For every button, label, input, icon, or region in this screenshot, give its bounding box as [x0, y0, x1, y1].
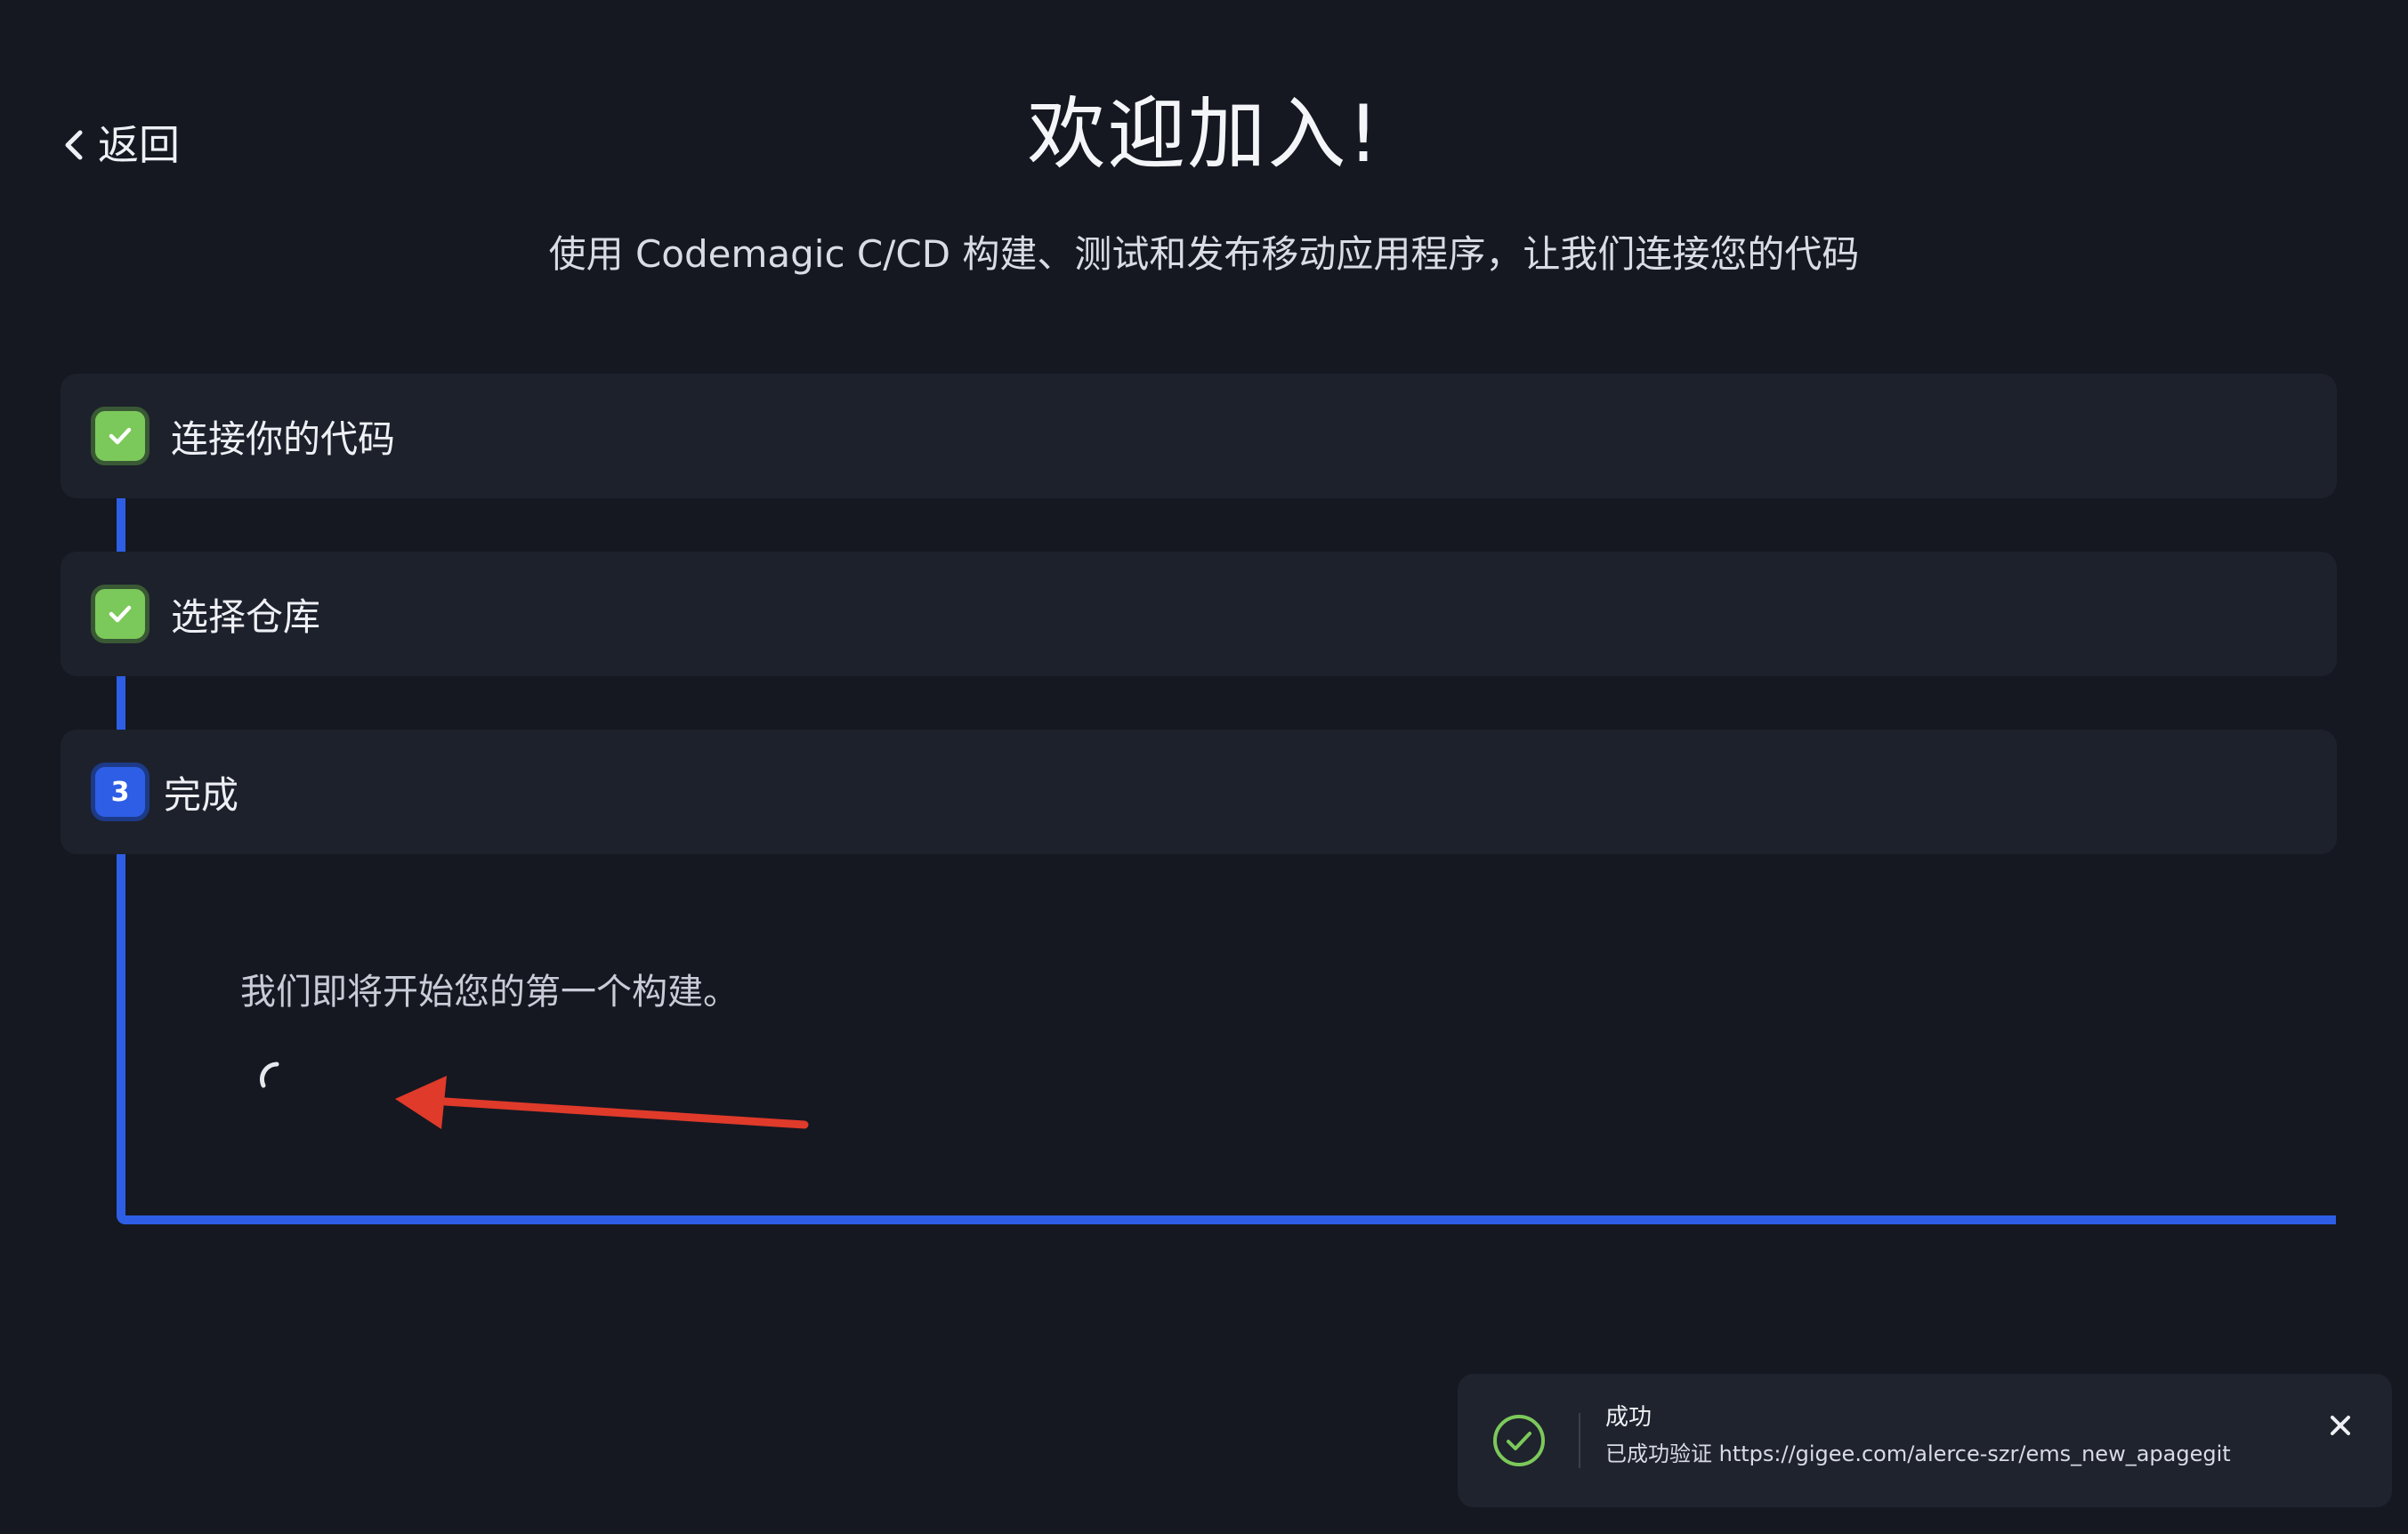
spinner-icon	[260, 1062, 279, 1088]
check-icon	[91, 585, 149, 643]
onboarding-page: 返回 欢迎加入! 使用 Codemagic C/CD 构建、测试和发布移动应用程…	[0, 0, 2408, 1534]
step-label: 选择仓库	[171, 594, 321, 639]
step-number-badge: 3	[91, 763, 149, 821]
toast-message: 已成功验证 https://gigee.com/alerce-szr/ems_n…	[1605, 1441, 2231, 1466]
toast-divider	[1579, 1413, 1580, 1468]
timeline-connector	[117, 498, 125, 553]
annotation-arrow-icon	[395, 1076, 809, 1129]
page-title: 欢迎加入!	[1027, 88, 1381, 180]
step-select-repo[interactable]: 选择仓库	[61, 552, 2337, 676]
timeline-connector	[117, 676, 125, 731]
build-start-message: 我们即将开始您的第一个构建。	[240, 972, 739, 1013]
step-label: 连接你的代码	[171, 416, 396, 461]
check-circle-icon	[1493, 1415, 1545, 1466]
step-connect-code[interactable]: 连接你的代码	[61, 374, 2337, 498]
step-finish[interactable]: 3 完成	[61, 730, 2337, 854]
close-icon[interactable]	[2324, 1409, 2356, 1441]
timeline-connector	[117, 854, 125, 1224]
toast-title: 成功	[1605, 1404, 1652, 1431]
timeline-bottom-line	[117, 1215, 2336, 1224]
check-icon	[91, 407, 149, 465]
success-toast: 成功 已成功验证 https://gigee.com/alerce-szr/em…	[1458, 1374, 2392, 1507]
page-subtitle: 使用 Codemagic C/CD 构建、测试和发布移动应用程序，让我们连接您的…	[548, 232, 1860, 276]
step-label: 完成	[164, 772, 239, 817]
